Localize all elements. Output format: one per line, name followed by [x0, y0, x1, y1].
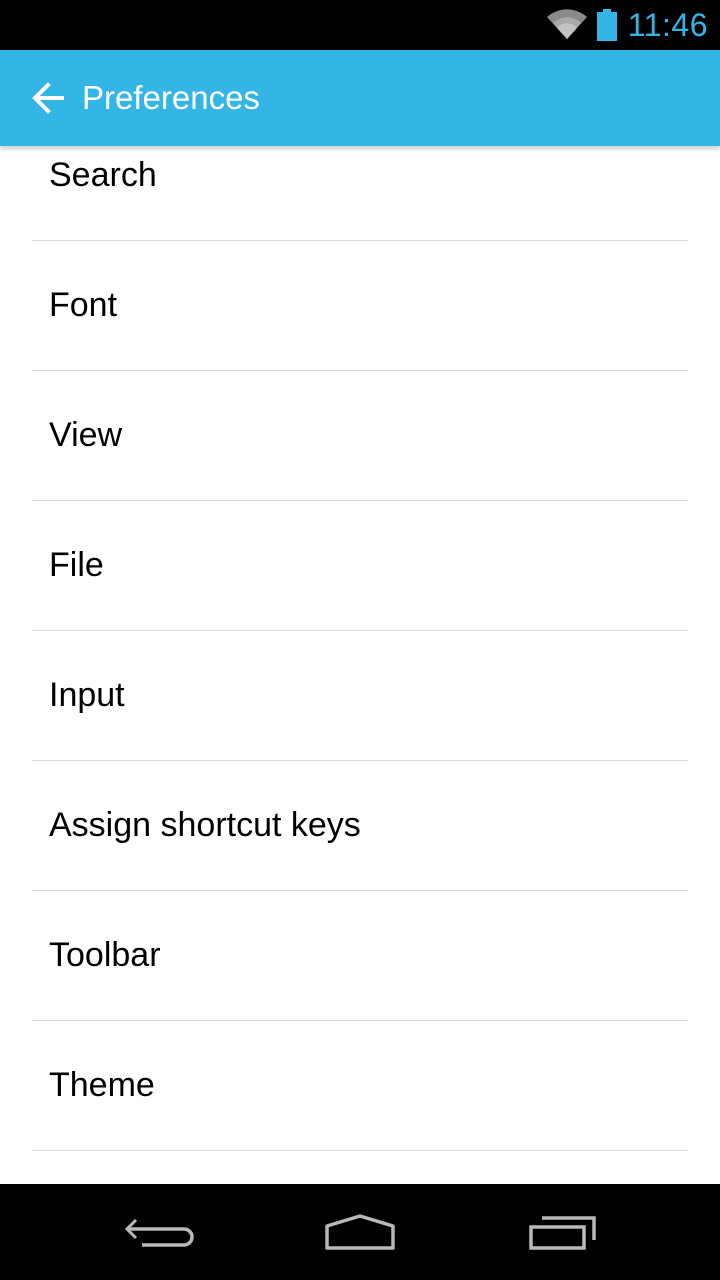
- recent-apps-icon: [529, 1216, 596, 1250]
- pref-item-view[interactable]: View: [32, 371, 688, 501]
- pref-item-shortcut-keys[interactable]: Assign shortcut keys: [32, 761, 688, 891]
- nav-recent-button[interactable]: [517, 1206, 607, 1258]
- pref-item-file[interactable]: File: [32, 501, 688, 631]
- status-bar: 11:46: [0, 0, 720, 50]
- pref-item-input[interactable]: Input: [32, 631, 688, 761]
- pref-item-theme[interactable]: Theme: [32, 1021, 688, 1151]
- back-button[interactable]: [26, 76, 70, 120]
- pref-item-label: File: [49, 546, 104, 584]
- wifi-icon: [546, 9, 587, 39]
- pref-item-label: Font: [49, 286, 118, 324]
- status-clock: 11:46: [627, 6, 708, 43]
- pref-item-label: Input: [49, 676, 125, 714]
- pref-item-label: Assign shortcut keys: [49, 806, 361, 844]
- pref-item-label: Toolbar: [49, 936, 161, 974]
- nav-back-button[interactable]: [115, 1206, 205, 1258]
- preferences-list: Search Font View File Input Assign short…: [0, 146, 720, 1151]
- pref-item-toolbar[interactable]: Toolbar: [32, 891, 688, 1021]
- battery-icon: [596, 9, 617, 41]
- status-icons: 11:46: [546, 0, 708, 50]
- pref-item-font[interactable]: Font: [32, 241, 688, 371]
- pref-item-label: View: [49, 416, 123, 454]
- pref-item-label: Theme: [49, 1066, 155, 1104]
- pref-item-search[interactable]: Search: [32, 146, 688, 241]
- home-nav-icon: [325, 1214, 395, 1250]
- navigation-bar: [0, 1184, 720, 1280]
- page-title: Preferences: [82, 79, 260, 116]
- pref-item-label: Search: [49, 156, 157, 194]
- back-nav-icon: [124, 1218, 194, 1247]
- action-bar: Preferences: [0, 50, 720, 146]
- arrow-left-icon: [32, 82, 64, 114]
- nav-home-button[interactable]: [315, 1206, 405, 1258]
- preferences-content[interactable]: Search Font View File Input Assign short…: [0, 146, 720, 1184]
